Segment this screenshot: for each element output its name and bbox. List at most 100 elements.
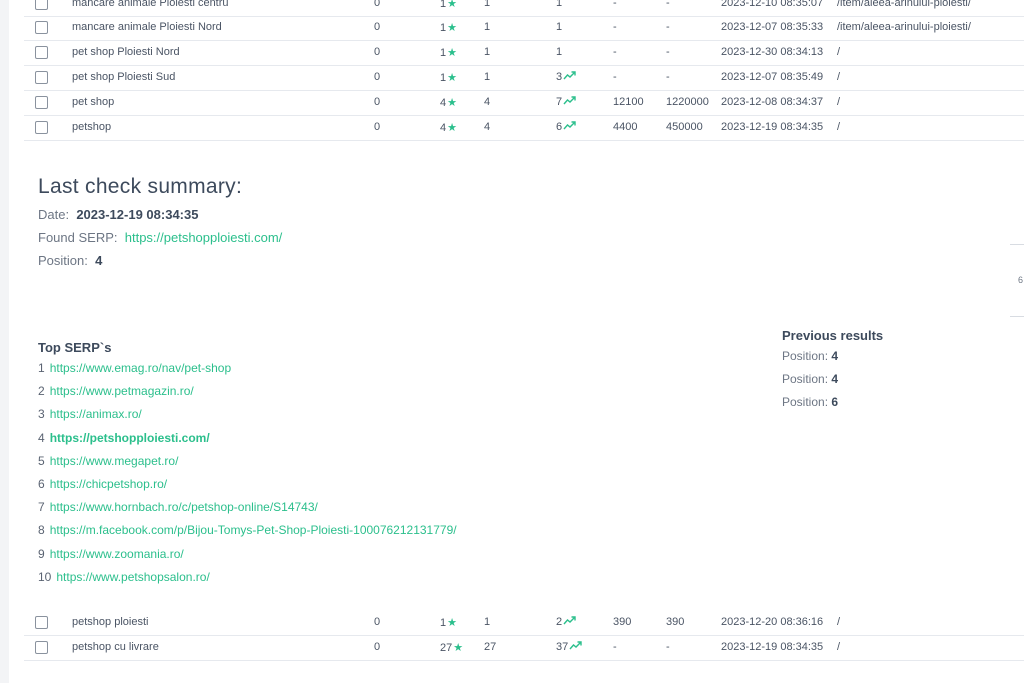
table-row: petshop cu livrare 0 27 - - 2023-12-19 08:34:… [24, 636, 1024, 661]
summary-found-link[interactable]: https://petshopploiesti.com/ [125, 230, 283, 245]
keyword-cell: petshop [72, 121, 112, 133]
best-position-value: 1 [556, 46, 563, 58]
value-cell: 0 [374, 46, 381, 58]
left-sidebar-strip [0, 0, 9, 683]
trending-up-icon [563, 616, 576, 628]
summary-date-label: Date: [38, 207, 70, 222]
url-cell[interactable]: / [837, 616, 840, 628]
value-cell: 0 [374, 121, 381, 133]
row-checkbox[interactable] [35, 121, 48, 134]
trending-up-icon [563, 71, 576, 83]
row-checkbox[interactable] [35, 641, 48, 654]
best-position-cell: 1 [556, 0, 562, 9]
star-icon: ★ [447, 122, 457, 134]
summary-found-label: Found SERP: [38, 230, 118, 245]
star-icon: ★ [447, 0, 457, 10]
edge-value: 6 [1018, 275, 1024, 285]
position-value: 27 [440, 642, 453, 654]
previous-result: Position: 6 [782, 395, 883, 418]
star-icon: ★ [453, 642, 464, 654]
value-cell: 0 [374, 71, 381, 83]
position-value: 1 [440, 0, 447, 10]
keyword-cell: mancare animale Ploiesti centru [72, 0, 229, 9]
best-position-cell: 7 [556, 96, 576, 108]
url-cell[interactable]: /item/aleea-arinului-ploiesti/ [837, 21, 971, 33]
serp-link[interactable]: https://www.megapet.ro/ [50, 454, 179, 468]
summary-date: Date: 2023-12-19 08:34:35 [38, 207, 282, 230]
serp-link[interactable]: https://m.facebook.com/p/Bijou-Tomys-Pet… [50, 523, 457, 537]
table-row: pet shop 0 4 12100 1220000 2023-12-08 08:34:3… [24, 91, 1024, 116]
value-cell: 0 [374, 0, 381, 9]
row-checkbox[interactable] [35, 46, 48, 59]
value-cell: 0 [374, 616, 381, 628]
url-cell[interactable]: / [837, 121, 840, 133]
edge-divider [1010, 316, 1024, 317]
row-checkbox[interactable] [35, 21, 48, 34]
best-position-cell: 37 [556, 641, 582, 653]
best-position-value: 1 [556, 0, 563, 9]
value-cell: - [666, 0, 670, 9]
serp-link[interactable]: https://www.zoomania.ro/ [50, 547, 184, 561]
date-cell: 2023-12-10 08:35:07 [721, 0, 824, 9]
url-cell[interactable]: / [837, 46, 840, 58]
summary-position-value: 4 [95, 253, 103, 268]
table-row: pet shop Ploiesti Nord 0 1 - - 2023-12-30 08:… [24, 41, 1024, 66]
value-cell: 1 [484, 0, 491, 9]
last-check-summary: Last check summary: Date: 2023-12-19 08:… [38, 175, 282, 276]
position-value: 4 [440, 97, 447, 109]
position-value: 1 [440, 47, 447, 59]
serp-link[interactable]: https://www.emag.ro/nav/pet-shop [50, 361, 231, 375]
trending-up-icon [563, 96, 576, 108]
value-cell: - [666, 641, 670, 653]
value-cell: 1220000 [666, 96, 709, 108]
url-cell[interactable]: / [837, 641, 840, 653]
best-position-cell: 2 [556, 616, 576, 628]
serp-link[interactable]: https://www.petshopsalon.ro/ [56, 570, 209, 584]
previous-result-value: 4 [831, 372, 839, 386]
summary-position-label: Position: [38, 253, 88, 268]
star-icon: ★ [447, 72, 457, 84]
best-position-value: 37 [556, 641, 569, 653]
date-cell: 2023-12-07 08:35:33 [721, 21, 824, 33]
serp-item: 3 https://animax.ro/ [38, 407, 457, 430]
table-row: mancare animale Ploiesti centru 0 1 - - 2023-… [24, 0, 1024, 17]
summary-date-value: 2023-12-19 08:34:35 [76, 207, 199, 222]
value-cell: - [613, 641, 617, 653]
date-cell: 2023-12-08 08:34:37 [721, 96, 824, 108]
serp-link[interactable]: https://animax.ro/ [50, 407, 142, 421]
value-cell: - [666, 46, 670, 58]
value-cell: 4 [484, 96, 491, 108]
url-cell[interactable]: /item/aleea-arinului-ploiesti/ [837, 0, 971, 9]
serp-link[interactable]: https://petshopploiesti.com/ [50, 431, 210, 445]
table-row: petshop ploiesti 0 1 390 390 2023-12-20 08:36… [24, 611, 1024, 636]
serp-item: 10 https://www.petshopsalon.ro/ [38, 570, 457, 593]
serp-link[interactable]: https://www.hornbach.ro/c/petshop-online… [50, 500, 318, 514]
date-cell: 2023-12-07 08:35:49 [721, 71, 824, 83]
row-checkbox[interactable] [35, 616, 48, 629]
url-cell[interactable]: / [837, 71, 840, 83]
star-icon: ★ [447, 47, 457, 59]
row-checkbox[interactable] [35, 96, 48, 109]
best-position-value: 2 [556, 616, 563, 628]
value-cell: 4 [484, 121, 491, 133]
serp-link[interactable]: https://chicpetshop.ro/ [50, 477, 167, 491]
best-position-cell: 1 [556, 46, 562, 58]
serp-rank: 8 [38, 523, 45, 538]
value-cell: 12100 [613, 96, 644, 108]
value-cell: 1 [484, 616, 491, 628]
previous-results-title: Previous results [782, 328, 884, 343]
date-cell: 2023-12-20 08:36:16 [721, 616, 824, 628]
value-cell: - [613, 71, 617, 83]
keyword-cell: petshop ploiesti [72, 616, 149, 628]
top-serps-title: Top SERP`s [38, 340, 112, 355]
value-cell: - [613, 21, 617, 33]
value-cell: 0 [374, 21, 381, 33]
row-checkbox[interactable] [35, 0, 48, 10]
best-position-value: 1 [556, 21, 563, 33]
position-value: 1 [440, 22, 447, 34]
position-cell: 1★ [440, 616, 457, 629]
position-value: 1 [440, 72, 447, 84]
url-cell[interactable]: / [837, 96, 840, 108]
row-checkbox[interactable] [35, 71, 48, 84]
serp-link[interactable]: https://www.petmagazin.ro/ [50, 384, 194, 398]
